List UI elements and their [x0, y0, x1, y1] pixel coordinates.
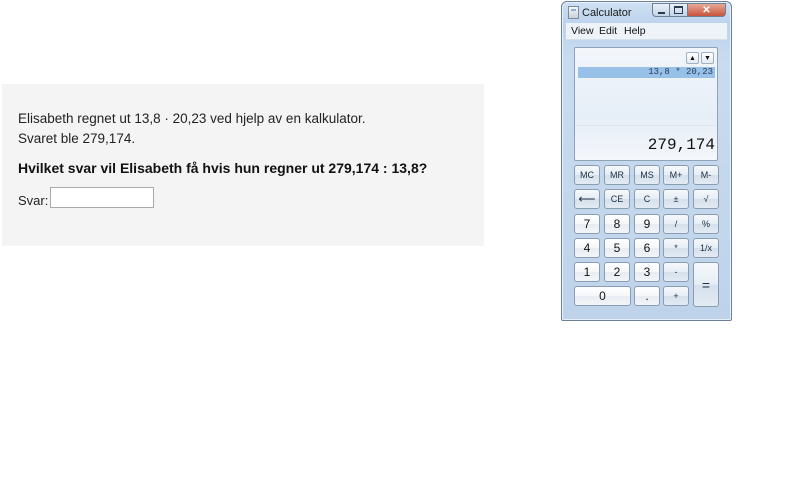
clear-button[interactable]: C	[634, 189, 660, 209]
plus-minus-button[interactable]: ±	[663, 189, 689, 209]
reciprocal-button[interactable]: 1/x	[693, 238, 719, 258]
digit-8-button[interactable]: 8	[604, 214, 630, 234]
divide-button[interactable]: /	[663, 214, 689, 234]
expression-history: 13,8 * 20,23	[578, 67, 715, 78]
answer-label: Svar:	[18, 193, 49, 208]
menu-help[interactable]: Help	[624, 25, 646, 37]
ms-button[interactable]: MS	[634, 165, 660, 185]
digit-2-button[interactable]: 2	[604, 262, 630, 282]
subtract-button[interactable]: -	[663, 262, 689, 282]
mr-button[interactable]: MR	[604, 165, 630, 185]
digit-9-button[interactable]: 9	[634, 214, 660, 234]
maximize-button[interactable]	[670, 3, 688, 17]
digit-6-button[interactable]: 6	[634, 238, 660, 258]
result-readout: 279,174	[647, 136, 715, 154]
calculator-display: ▲ ▼ 13,8 * 20,23 279,174	[574, 47, 718, 161]
menu-edit[interactable]: Edit	[599, 25, 617, 37]
caption-buttons: ✕	[652, 3, 726, 19]
menu-view[interactable]: View	[571, 25, 594, 37]
sqrt-button[interactable]: √	[693, 189, 719, 209]
digit-7-button[interactable]: 7	[574, 214, 600, 234]
digit-0-button[interactable]: 0	[574, 286, 631, 306]
equals-button[interactable]: =	[693, 262, 719, 307]
calculator-titlebar[interactable]: Calculator ✕	[562, 2, 731, 23]
m-plus-button[interactable]: M+	[663, 165, 689, 185]
digit-1-button[interactable]: 1	[574, 262, 600, 282]
calculator-window: Calculator ✕ View Edit Help ▲ ▼ 13,8 * 2…	[561, 1, 732, 321]
close-button[interactable]: ✕	[688, 3, 726, 17]
digit-4-button[interactable]: 4	[574, 238, 600, 258]
calculator-app-icon	[568, 6, 579, 19]
minimize-button[interactable]	[652, 3, 670, 17]
percent-button[interactable]: %	[693, 214, 719, 234]
digit-5-button[interactable]: 5	[604, 238, 630, 258]
menu-bar: View Edit Help	[566, 23, 727, 40]
question-line-1: Elisabeth regnet ut 13,8 · 20,23 ved hje…	[18, 111, 366, 126]
question-line-2: Svaret ble 279,174.	[18, 131, 136, 146]
add-button[interactable]: +	[663, 286, 689, 306]
question-prompt: Hvilket svar vil Elisabeth få hvis hun r…	[18, 160, 428, 176]
history-up-icon[interactable]: ▲	[686, 52, 699, 64]
mc-button[interactable]: MC	[574, 165, 600, 185]
display-divider	[575, 125, 717, 126]
digit-3-button[interactable]: 3	[634, 262, 660, 282]
window-title: Calculator	[582, 7, 632, 19]
multiply-button[interactable]: *	[663, 238, 689, 258]
ce-button[interactable]: CE	[604, 189, 630, 209]
history-down-icon[interactable]: ▼	[701, 52, 714, 64]
decimal-button[interactable]: .	[634, 286, 660, 306]
question-panel: Elisabeth regnet ut 13,8 · 20,23 ved hje…	[2, 84, 484, 246]
m-minus-button[interactable]: M-	[693, 165, 719, 185]
backspace-button[interactable]: ⟵	[574, 189, 600, 209]
answer-input[interactable]	[50, 187, 154, 208]
